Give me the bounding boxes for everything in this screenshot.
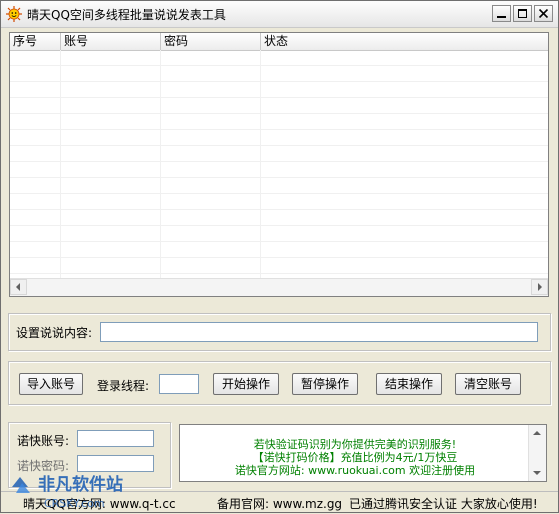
table-row: [10, 242, 548, 258]
table-row: [10, 194, 548, 210]
table-row: [10, 50, 548, 66]
table-row: [10, 114, 548, 130]
controls-group: 导入账号 登录线程: 开始操作 暂停操作 结束操作 清空账号: [8, 361, 551, 405]
stop-button[interactable]: 结束操作: [376, 373, 442, 395]
table-row: [10, 162, 548, 178]
captcha-account-label: 诺快账号:: [17, 434, 70, 448]
horizontal-scrollbar[interactable]: [10, 278, 548, 296]
title-bar[interactable]: 晴天QQ空间多线程批量说说发表工具: [1, 1, 558, 28]
maximize-icon: [518, 9, 527, 18]
arrow-down-icon[interactable]: [529, 466, 545, 480]
pause-button[interactable]: 暂停操作: [292, 373, 358, 395]
verified-text: 已通过腾讯安全认证 大家放心使用!: [349, 497, 538, 511]
table-row: [10, 98, 548, 114]
ad-line: 诺快官方网站: www.ruokuai.com 欢迎注册使用: [234, 464, 476, 477]
minimize-icon: [497, 16, 506, 18]
backup-site-text[interactable]: 备用官网: www.mz.gg: [217, 495, 342, 512]
app-window: 晴天QQ空间多线程批量说说发表工具 序号 账号 密码 状态 设置说说内容: 导入…: [0, 0, 559, 513]
captcha-account-input[interactable]: [77, 430, 154, 447]
table-row: [10, 82, 548, 98]
crsky-logo-icon: 非凡软件站 CRSKY.com: [12, 474, 123, 510]
arrow-up-icon[interactable]: [529, 426, 545, 440]
close-button[interactable]: [534, 5, 553, 22]
table-row: [10, 258, 548, 274]
window-title: 晴天QQ空间多线程批量说说发表工具: [27, 8, 226, 22]
threads-input[interactable]: [159, 374, 199, 394]
vertical-scrollbar[interactable]: [528, 425, 546, 481]
table-header: 序号 账号 密码 状态: [10, 33, 548, 51]
scroll-left-button[interactable]: [10, 279, 27, 295]
table-row: [10, 130, 548, 146]
watermark-en: CRSKY.com: [44, 497, 105, 510]
clear-accounts-button[interactable]: 清空账号: [455, 373, 521, 395]
sun-face-icon: [6, 6, 22, 22]
watermark-cn: 非凡软件站: [38, 474, 123, 495]
column-header-account[interactable]: 账号: [61, 33, 161, 50]
scroll-right-button[interactable]: [531, 279, 548, 295]
minimize-button[interactable]: [492, 5, 511, 22]
table-row: [10, 146, 548, 162]
arrow-right-icon: [538, 283, 542, 291]
table-row: [10, 226, 548, 242]
table-row: [10, 66, 548, 82]
maximize-button[interactable]: [513, 5, 532, 22]
table-row: [10, 210, 548, 226]
content-group: 设置说说内容:: [8, 313, 551, 351]
column-header-status[interactable]: 状态: [261, 33, 548, 50]
close-icon: [538, 9, 549, 18]
column-header-index[interactable]: 序号: [10, 33, 61, 50]
content-input[interactable]: [100, 322, 538, 342]
watermark-logo: 非凡软件站 CRSKY.com: [6, 467, 171, 511]
account-table[interactable]: 序号 账号 密码 状态: [9, 32, 549, 297]
start-button[interactable]: 开始操作: [213, 373, 279, 395]
arrow-left-icon: [16, 283, 20, 291]
import-accounts-button[interactable]: 导入账号: [19, 373, 83, 395]
table-row: [10, 178, 548, 194]
threads-label: 登录线程:: [97, 379, 150, 393]
column-header-password[interactable]: 密码: [161, 33, 261, 50]
content-label: 设置说说内容:: [16, 326, 93, 340]
ad-message-box: 若快验证码识别为你提供完美的识别服务! 【诺快打码价格】充值比例为4元/1万快豆…: [179, 424, 547, 482]
